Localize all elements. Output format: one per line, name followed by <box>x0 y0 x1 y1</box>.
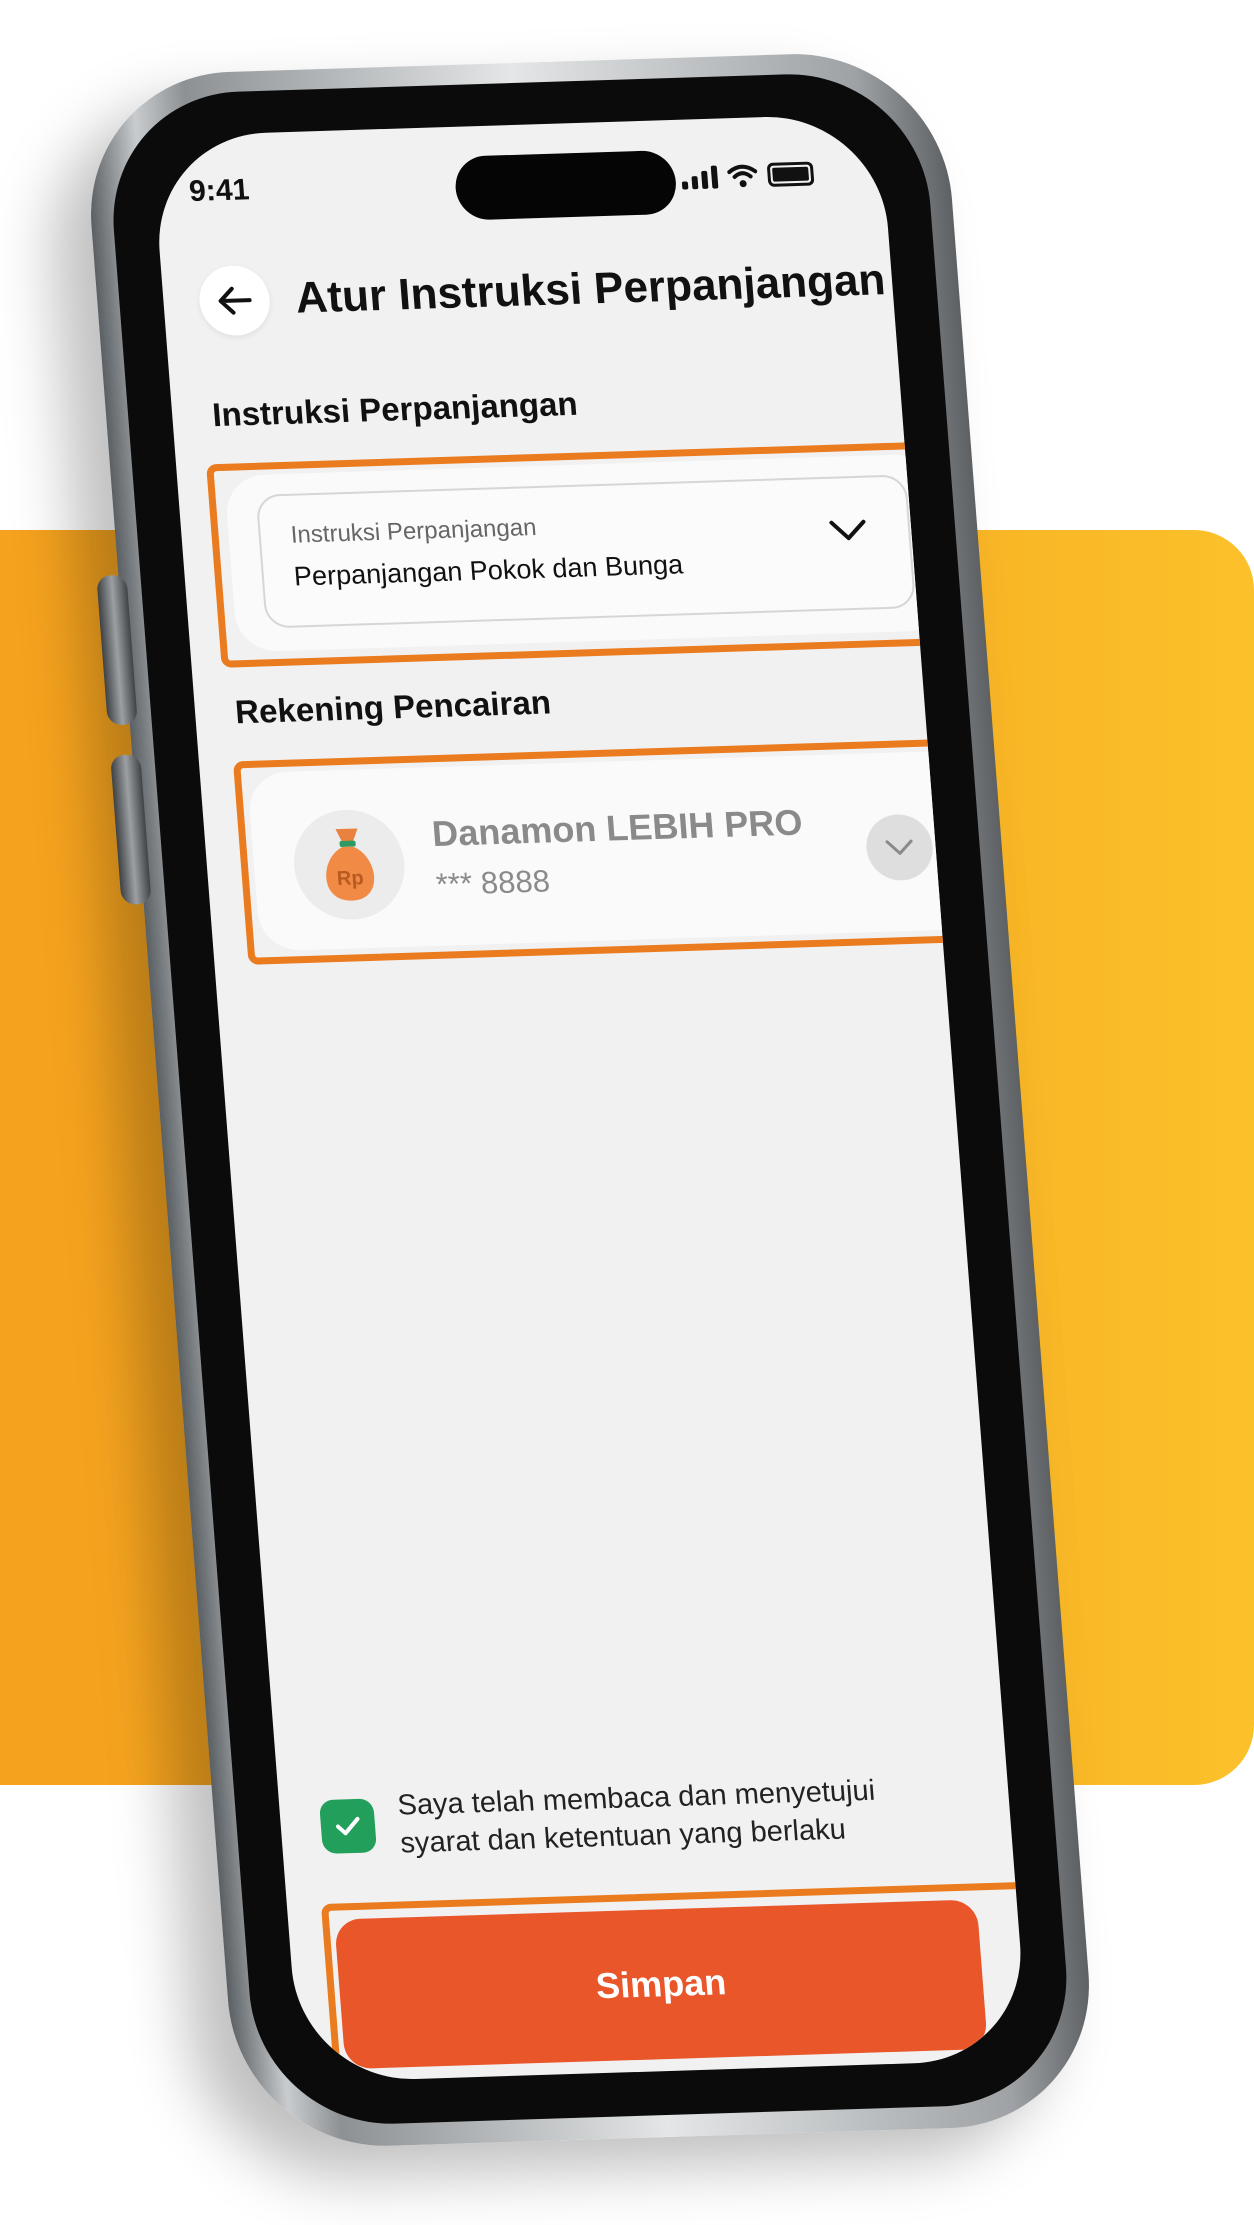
save-button[interactable]: Simpan <box>334 1899 988 2070</box>
account-number: *** 8888 <box>434 863 552 902</box>
phone-mockup: 9:41 Atur Instruksi Perpanjangan Instruk… <box>79 49 1101 2151</box>
money-bag-icon: Rp <box>326 828 375 901</box>
battery-icon <box>766 161 815 187</box>
agreement-text: Saya telah membaca dan menyetujui syarat… <box>396 1774 877 1860</box>
status-time: 9:41 <box>187 173 251 209</box>
signal-icon <box>681 165 719 190</box>
app-screen: 9:41 Atur Instruksi Perpanjangan Instruk… <box>150 113 1029 2083</box>
account-card[interactable]: Rp Danamon LEBIH PRO *** 8888 <box>246 750 980 952</box>
chevron-down-icon <box>885 839 913 855</box>
instruction-dropdown[interactable]: Instruksi Perpanjangan Perpanjangan Poko… <box>255 474 917 629</box>
dynamic-island <box>453 149 679 221</box>
instruction-card: Instruksi Perpanjangan Perpanjangan Poko… <box>224 453 948 653</box>
agreement-checkbox[interactable] <box>318 1798 378 1854</box>
instruction-section-heading: Instruksi Perpanjangan <box>210 384 579 434</box>
account-highlight: Rp Danamon LEBIH PRO *** 8888 <box>232 738 994 965</box>
instruction-highlight: Instruksi Perpanjangan Perpanjangan Poko… <box>206 441 967 668</box>
account-expand-button[interactable] <box>863 813 936 882</box>
dropdown-value: Perpanjangan Pokok dan Bunga <box>292 549 685 592</box>
agreement-row: Saya telah membaca dan menyetujui syarat… <box>318 1773 882 1866</box>
back-button[interactable] <box>196 264 273 337</box>
status-icons <box>681 161 815 190</box>
page-header: Atur Instruksi Perpanjangan <box>196 245 888 337</box>
svg-text:Rp: Rp <box>336 867 364 890</box>
account-section-heading: Rekening Pencairan <box>233 683 553 731</box>
money-bag-avatar: Rp <box>289 808 409 922</box>
phone-bezel: 9:41 Atur Instruksi Perpanjangan Instruk… <box>103 70 1077 2128</box>
checkmark-icon <box>335 1816 360 1836</box>
account-name: Danamon LEBIH PRO <box>430 801 804 855</box>
wifi-icon <box>727 164 758 188</box>
chevron-down-icon <box>829 519 866 541</box>
arrow-left-icon <box>218 286 252 315</box>
dropdown-label: Instruksi Perpanjangan <box>289 514 538 549</box>
page-title: Atur Instruksi Perpanjangan <box>293 255 888 323</box>
